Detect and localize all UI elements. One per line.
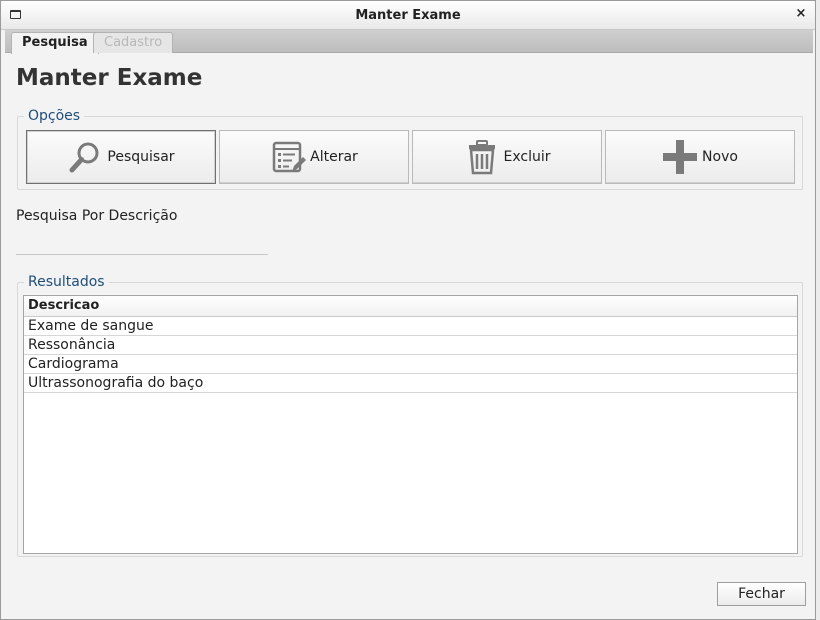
- page-title: Manter Exame: [16, 65, 203, 91]
- table-row[interactable]: Ultrassonografia do baço: [24, 374, 797, 393]
- options-legend: Opções: [24, 108, 85, 124]
- dialog-window: Manter Exame × Pesquisa Cadastro Manter …: [0, 0, 816, 620]
- results-table[interactable]: Descricao Exame de sangue Ressonância Ca…: [23, 295, 798, 554]
- plus-icon: [663, 140, 698, 174]
- table-row[interactable]: Cardiograma: [24, 355, 797, 374]
- magnifier-icon: [69, 142, 99, 173]
- trash-icon: [468, 140, 495, 175]
- column-header-descricao[interactable]: Descricao: [24, 296, 797, 317]
- tab-strip: Pesquisa Cadastro: [5, 30, 813, 54]
- close-icon[interactable]: ×: [795, 6, 807, 22]
- tab-cadastro[interactable]: Cadastro: [93, 32, 174, 53]
- edit-button-label: Alterar: [310, 149, 358, 165]
- new-button-label: Novo: [702, 149, 738, 165]
- edit-document-icon: [272, 141, 307, 173]
- edit-button[interactable]: Alterar: [219, 130, 409, 184]
- background-edge: [816, 0, 820, 620]
- delete-button[interactable]: Excluir: [412, 130, 602, 184]
- table-row[interactable]: Ressonância: [24, 336, 797, 355]
- delete-button-label: Excluir: [503, 149, 551, 165]
- title-bar: Manter Exame ×: [1, 1, 815, 30]
- search-button[interactable]: Pesquisar: [26, 130, 216, 184]
- search-button-label: Pesquisar: [107, 149, 175, 165]
- window-title: Manter Exame: [355, 8, 461, 23]
- fechar-button[interactable]: Fechar: [717, 582, 806, 606]
- results-legend: Resultados: [24, 274, 109, 290]
- search-description-label: Pesquisa Por Descrição: [16, 208, 178, 224]
- search-description-input[interactable]: [16, 233, 268, 255]
- table-row[interactable]: Exame de sangue: [24, 317, 797, 336]
- new-button[interactable]: Novo: [605, 130, 795, 184]
- tab-pesquisa[interactable]: Pesquisa: [11, 32, 99, 54]
